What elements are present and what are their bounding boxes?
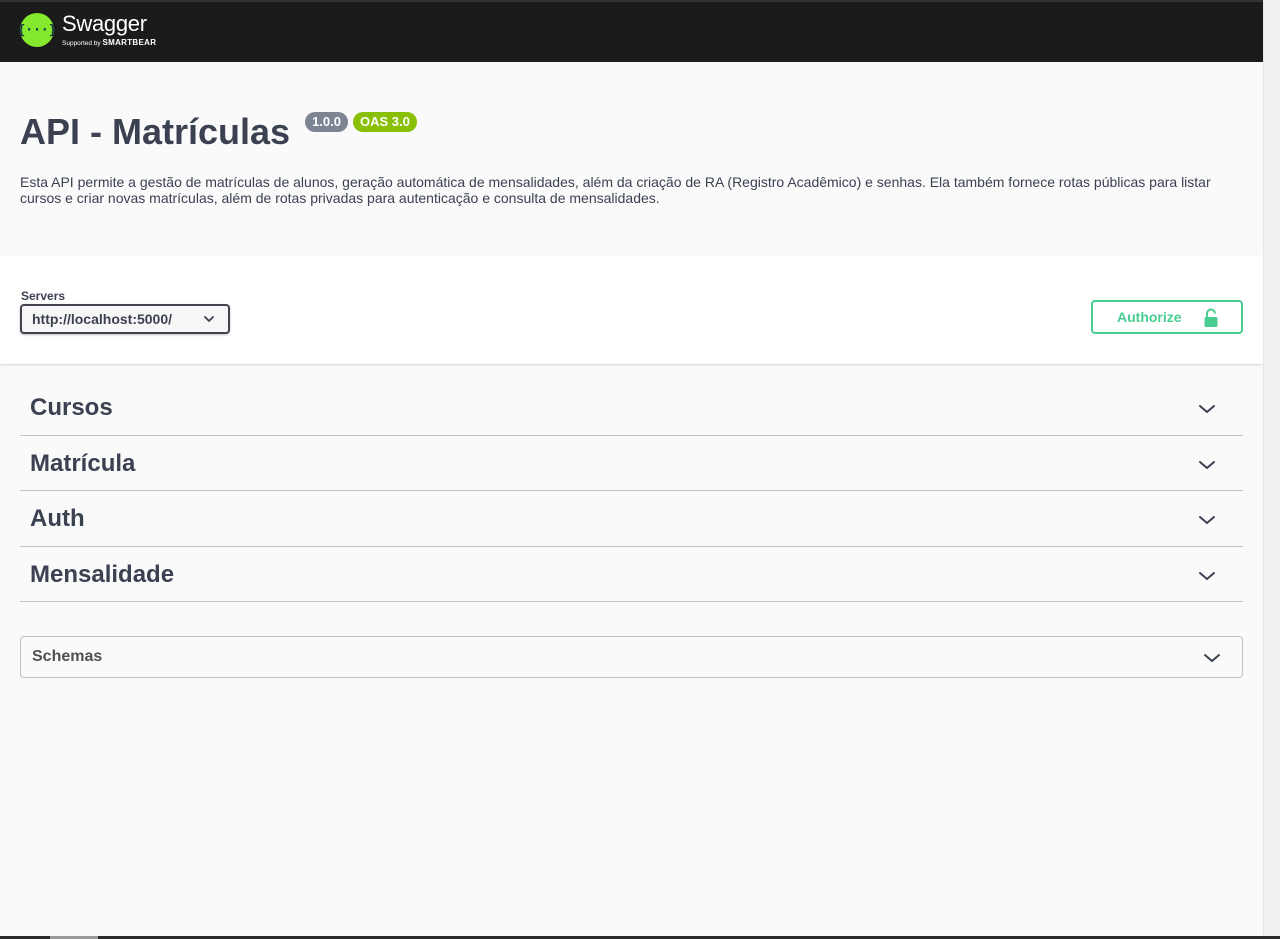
tag-cursos[interactable]: Cursos — [20, 380, 1243, 436]
swagger-page: {···} Swagger Supported by SMARTBEAR API… — [0, 0, 1263, 939]
scheme-container: Servers http://localhost:5000/ Authorize — [0, 256, 1263, 364]
authorize-label: Authorize — [1117, 309, 1182, 325]
chevron-down-icon — [202, 312, 216, 329]
tag-sections: Cursos Matrícula Auth Mensalidade — [20, 380, 1243, 602]
title-row: API - Matrículas 1.0.0 OAS 3.0 — [20, 100, 1243, 152]
servers-select[interactable]: http://localhost:5000/ — [20, 304, 230, 334]
topbar: {···} Swagger Supported by SMARTBEAR — [0, 0, 1263, 62]
authorize-button[interactable]: Authorize — [1091, 300, 1243, 334]
chevron-down-icon[interactable] — [1197, 399, 1217, 424]
logo-sub-brand: SMARTBEAR — [102, 38, 157, 47]
tag-matricula[interactable]: Matrícula — [20, 436, 1243, 491]
unlocked-icon — [1203, 308, 1219, 331]
version-badge: 1.0.0 — [305, 112, 348, 132]
oas-badge: OAS 3.0 — [353, 112, 417, 132]
logo-subtitle: Supported by SMARTBEAR — [62, 39, 156, 48]
swagger-logo[interactable]: {···} Swagger Supported by SMARTBEAR — [17, 13, 156, 48]
logo-sub-prefix: Supported by — [62, 40, 101, 47]
chevron-down-icon[interactable] — [1197, 455, 1217, 480]
swagger-logo-icon: {···} — [17, 13, 57, 48]
tag-name: Matrícula — [30, 449, 136, 477]
tag-name: Cursos — [30, 394, 113, 422]
tag-name: Auth — [30, 505, 85, 533]
chevron-down-icon[interactable] — [1202, 649, 1222, 672]
tag-mensalidade[interactable]: Mensalidade — [20, 547, 1243, 602]
page-title: API - Matrículas — [20, 111, 291, 152]
logo-title: Swagger — [62, 11, 147, 36]
schemas-label: Schemas — [32, 648, 103, 665]
schemas-section[interactable]: Schemas — [20, 636, 1243, 678]
servers-selected-value: http://localhost:5000/ — [32, 311, 173, 327]
chevron-down-icon[interactable] — [1197, 510, 1217, 535]
api-description: Esta API permite a gestão de matrículas … — [20, 173, 1211, 206]
tag-name: Mensalidade — [30, 560, 175, 588]
tag-auth[interactable]: Auth — [20, 491, 1243, 547]
chevron-down-icon[interactable] — [1197, 566, 1217, 591]
vertical-scrollbar[interactable] — [1263, 0, 1280, 939]
logo-text: Swagger Supported by SMARTBEAR — [62, 13, 156, 48]
api-info: API - Matrículas 1.0.0 OAS 3.0 Esta API … — [20, 100, 1243, 206]
servers-label: Servers — [21, 289, 66, 303]
